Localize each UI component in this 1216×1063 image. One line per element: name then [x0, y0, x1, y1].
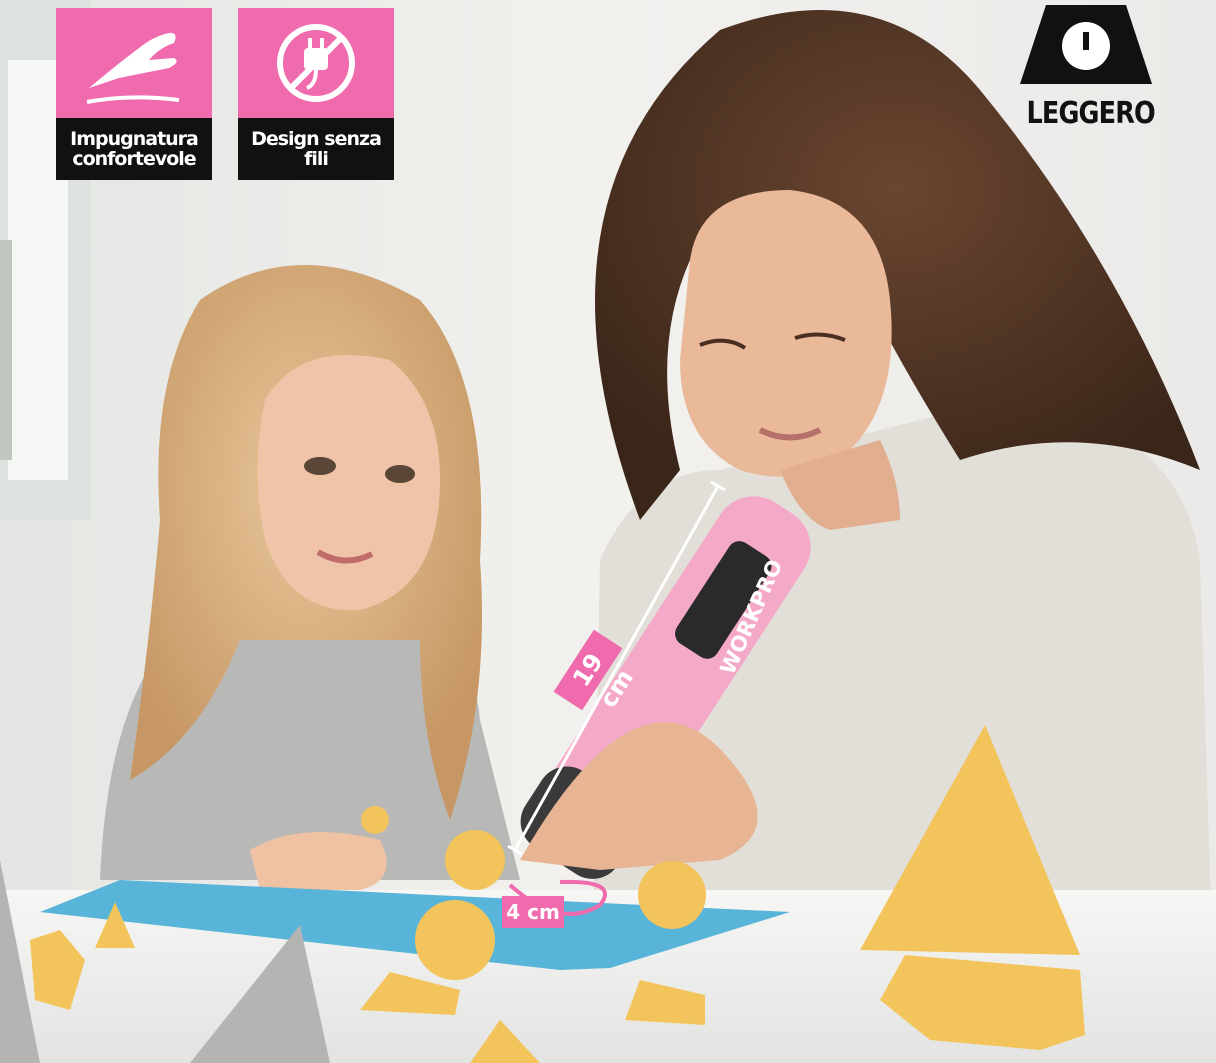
weight-badge: LEGGERO [1016, 0, 1156, 135]
feature-cordless: Design senza fili [238, 8, 394, 180]
no-plug-icon [238, 8, 394, 118]
hand-icon [56, 8, 212, 118]
feature-comfort-grip: Impugnatura confortevole [56, 8, 212, 180]
width-label: 4 cm [502, 896, 564, 928]
feature-label: Design senza fili [238, 118, 394, 180]
weight-icon [1020, 5, 1152, 84]
feature-label: Impugnatura confortevole [56, 118, 212, 180]
girl-face [257, 355, 440, 611]
weight-label: LEGGERO [1026, 96, 1156, 131]
mom-face [680, 190, 892, 477]
